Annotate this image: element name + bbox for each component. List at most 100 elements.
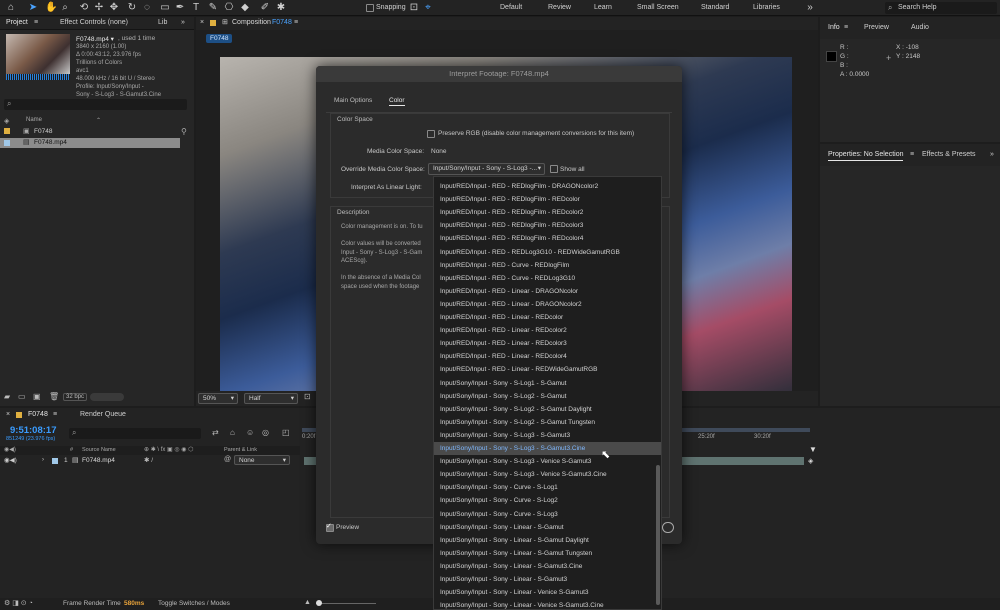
playhead-icon[interactable]: ▼ [809, 445, 817, 454]
rotation-tool-icon[interactable]: ↻ [127, 3, 137, 13]
tab-effect-controls[interactable]: Effect Controls (none) [60, 17, 128, 29]
dropdown-option[interactable]: Input/Sony/Input - Sony - Linear - Venic… [434, 586, 661, 599]
dropdown-option[interactable]: Input/RED/Input - RED - REDlogFilm - DRA… [434, 180, 661, 193]
dropdown-option[interactable]: Input/Sony/Input - Sony - Curve - S-Log2 [434, 494, 661, 507]
project-item-footage[interactable]: ▤ F0748.mp4 [0, 138, 180, 148]
roto-brush-tool-icon[interactable]: ✐ [260, 3, 270, 13]
resolution-dropdown[interactable]: Half ▾ [244, 393, 298, 404]
tab-main-options[interactable]: Main Options [334, 97, 372, 104]
preserve-rgb-checkbox[interactable] [427, 130, 435, 138]
close-icon[interactable]: × [6, 409, 10, 421]
dropdown-option[interactable]: Input/Sony/Input - Sony - Linear - S-Gam… [434, 534, 661, 547]
dropdown-option[interactable]: Input/RED/Input - RED - Linear - REDWide… [434, 363, 661, 376]
workspace-small-screen[interactable]: Small Screen [637, 4, 679, 11]
panel-menu-icon[interactable]: ≡ [34, 17, 38, 29]
dropdown-option[interactable]: Input/Sony/Input - Sony - S-Log2 - S-Gam… [434, 403, 661, 416]
tab-project[interactable]: Project [6, 17, 28, 29]
composition-pill[interactable]: F0748 [206, 34, 233, 43]
layer-switches-icon[interactable]: ✱ / [144, 456, 153, 464]
pan-tool-icon[interactable]: ✥ [109, 3, 119, 13]
color-space-dropdown-list[interactable]: Input/RED/Input - RED - REDlogFilm - DRA… [433, 176, 662, 610]
dropdown-option[interactable]: Input/RED/Input - RED - Linear - REDcolo… [434, 311, 661, 324]
selection-tool-icon[interactable]: ➤ [28, 3, 38, 13]
zoom-slider-handle[interactable] [316, 600, 322, 606]
project-item-composition[interactable]: ▣ F0748 ⚲ [0, 127, 194, 137]
dropdown-option[interactable]: Input/Sony/Input - Sony - S-Log3 - Venic… [434, 468, 661, 481]
dropdown-option[interactable]: Input/Sony/Input - Sony - Linear - Venic… [434, 599, 661, 609]
dropdown-option[interactable]: Input/Sony/Input - Sony - S-Log2 - S-Gam… [434, 390, 661, 403]
close-icon[interactable]: × [200, 17, 204, 29]
dropdown-option[interactable]: Input/Sony/Input - Sony - Curve - S-Log1 [434, 481, 661, 494]
dropdown-option[interactable]: Input/RED/Input - RED - Curve - REDlogFi… [434, 259, 661, 272]
more-tabs-icon[interactable]: » [181, 17, 185, 29]
parent-dropdown[interactable]: None ▾ [234, 455, 290, 465]
snap-target-icon[interactable]: ⌖ [423, 3, 433, 13]
dropdown-option[interactable]: Input/Sony/Input - Sony - Linear - S-Gam… [434, 521, 661, 534]
tab-preview[interactable]: Preview [864, 22, 889, 34]
hand-tool-icon[interactable]: ✋ [45, 3, 57, 13]
new-composition-icon[interactable]: ▣ [33, 392, 41, 401]
dropdown-option[interactable]: Input/RED/Input - RED - REDlogFilm - RED… [434, 193, 661, 206]
current-timecode[interactable]: 9:51:08:17 [10, 425, 56, 436]
tab-color[interactable]: Color [389, 97, 405, 106]
dropdown-option[interactable]: Input/RED/Input - RED - Linear - REDcolo… [434, 337, 661, 350]
toggle-switches-modes[interactable]: Toggle Switches / Modes [158, 600, 230, 607]
layer-name[interactable]: F0748.mp4 [82, 457, 115, 464]
bpc-button[interactable]: 32 bpc [63, 393, 88, 401]
shy-layers-icon[interactable]: ☺ [246, 428, 254, 437]
pan-behind-tool-icon[interactable]: ◌ [142, 3, 152, 13]
eraser-tool-icon[interactable]: ◆ [240, 3, 250, 13]
dropdown-option[interactable]: Input/Sony/Input - Sony - S-Log3 - Venic… [434, 455, 661, 468]
dropdown-option[interactable]: Input/Sony/Input - Sony - S-Log1 - S-Gam… [434, 377, 661, 390]
snapping-checkbox[interactable] [366, 4, 374, 12]
parent-link-header[interactable]: Parent & Link [224, 447, 257, 453]
pen-tool-icon[interactable]: ✒ [175, 3, 185, 13]
tab-properties[interactable]: Properties: No Selection [828, 149, 904, 161]
motion-blur-icon[interactable]: ◎ [262, 428, 269, 437]
tab-lib[interactable]: Lib [158, 17, 167, 29]
graph-editor-icon[interactable]: ◰ [282, 428, 290, 437]
workspace-standard[interactable]: Standard [701, 4, 729, 11]
tab-render-queue[interactable]: Render Queue [80, 409, 126, 421]
panel-menu-icon[interactable]: ≡ [844, 22, 848, 34]
flowchart-icon[interactable]: ⚲ [181, 127, 187, 136]
composition-tab-name[interactable]: F0748 [272, 17, 292, 29]
name-column-header[interactable]: Name [26, 117, 42, 123]
dropdown-option[interactable]: Input/RED/Input - RED - Curve - REDLog3G… [434, 272, 661, 285]
draft-3d-icon[interactable]: ⌂ [230, 428, 235, 437]
snap-options-icon[interactable]: ⊡ [409, 3, 419, 13]
footage-name[interactable]: F0748.mp4 ▾ [76, 35, 114, 43]
expand-layer-icon[interactable]: › [42, 457, 44, 463]
more-tabs-icon[interactable]: » [990, 149, 994, 161]
lock-icon[interactable]: ⊞ [222, 17, 228, 29]
tab-info[interactable]: Info [828, 22, 840, 34]
visibility-icon[interactable]: ◉◀) [4, 456, 17, 464]
composition-tab-label[interactable]: Composition [232, 17, 271, 29]
ok-button[interactable] [662, 522, 674, 533]
dropdown-option[interactable]: Input/Sony/Input - Sony - S-Log3 - S-Gam… [434, 429, 661, 442]
workspace-default[interactable]: Default [500, 4, 522, 11]
project-search-input[interactable]: ⌕ [4, 99, 187, 110]
dropdown-option[interactable]: Input/RED/Input - RED - Linear - REDcolo… [434, 350, 661, 363]
panel-menu-icon[interactable]: ≡ [294, 17, 298, 29]
panel-menu-icon[interactable]: ≡ [910, 149, 914, 161]
dropdown-option[interactable]: Input/Sony/Input - Sony - Linear - S-Gam… [434, 547, 661, 560]
dropdown-option[interactable]: Input/Sony/Input - Sony - Linear - S-Gam… [434, 560, 661, 573]
tab-effects-presets[interactable]: Effects & Presets [922, 149, 976, 161]
brush-tool-icon[interactable]: ✎ [208, 3, 218, 13]
dropdown-option[interactable]: Input/RED/Input - RED - REDlogFilm - RED… [434, 232, 661, 245]
source-name-header[interactable]: Source Name [82, 447, 116, 453]
clone-stamp-tool-icon[interactable]: ⎔ [224, 3, 234, 13]
timeline-tab[interactable]: F0748 [28, 409, 48, 421]
workspace-review[interactable]: Review [548, 4, 571, 11]
zoom-tool-icon[interactable]: ⌕ [60, 3, 70, 13]
dropdown-option[interactable]: Input/Sony/Input - Sony - S-Log2 - S-Gam… [434, 416, 661, 429]
home-icon[interactable]: ⌂ [6, 3, 16, 13]
interpret-footage-icon[interactable]: ▰ [4, 392, 10, 401]
panel-menu-icon[interactable]: ≡ [53, 409, 57, 421]
layer-switches-toggle-icons[interactable]: ⚙ ◨ ⊙ ◔ [4, 599, 33, 607]
override-color-space-dropdown[interactable]: Input/Sony/Input - Sony - S-Log3 -... ▾ [428, 163, 545, 175]
dropdown-option[interactable]: Input/RED/Input - RED - REDLog3G10 - RED… [434, 246, 661, 259]
tab-audio[interactable]: Audio [911, 22, 929, 34]
dropdown-option[interactable]: Input/Sony/Input - Sony - Linear - S-Gam… [434, 573, 661, 586]
